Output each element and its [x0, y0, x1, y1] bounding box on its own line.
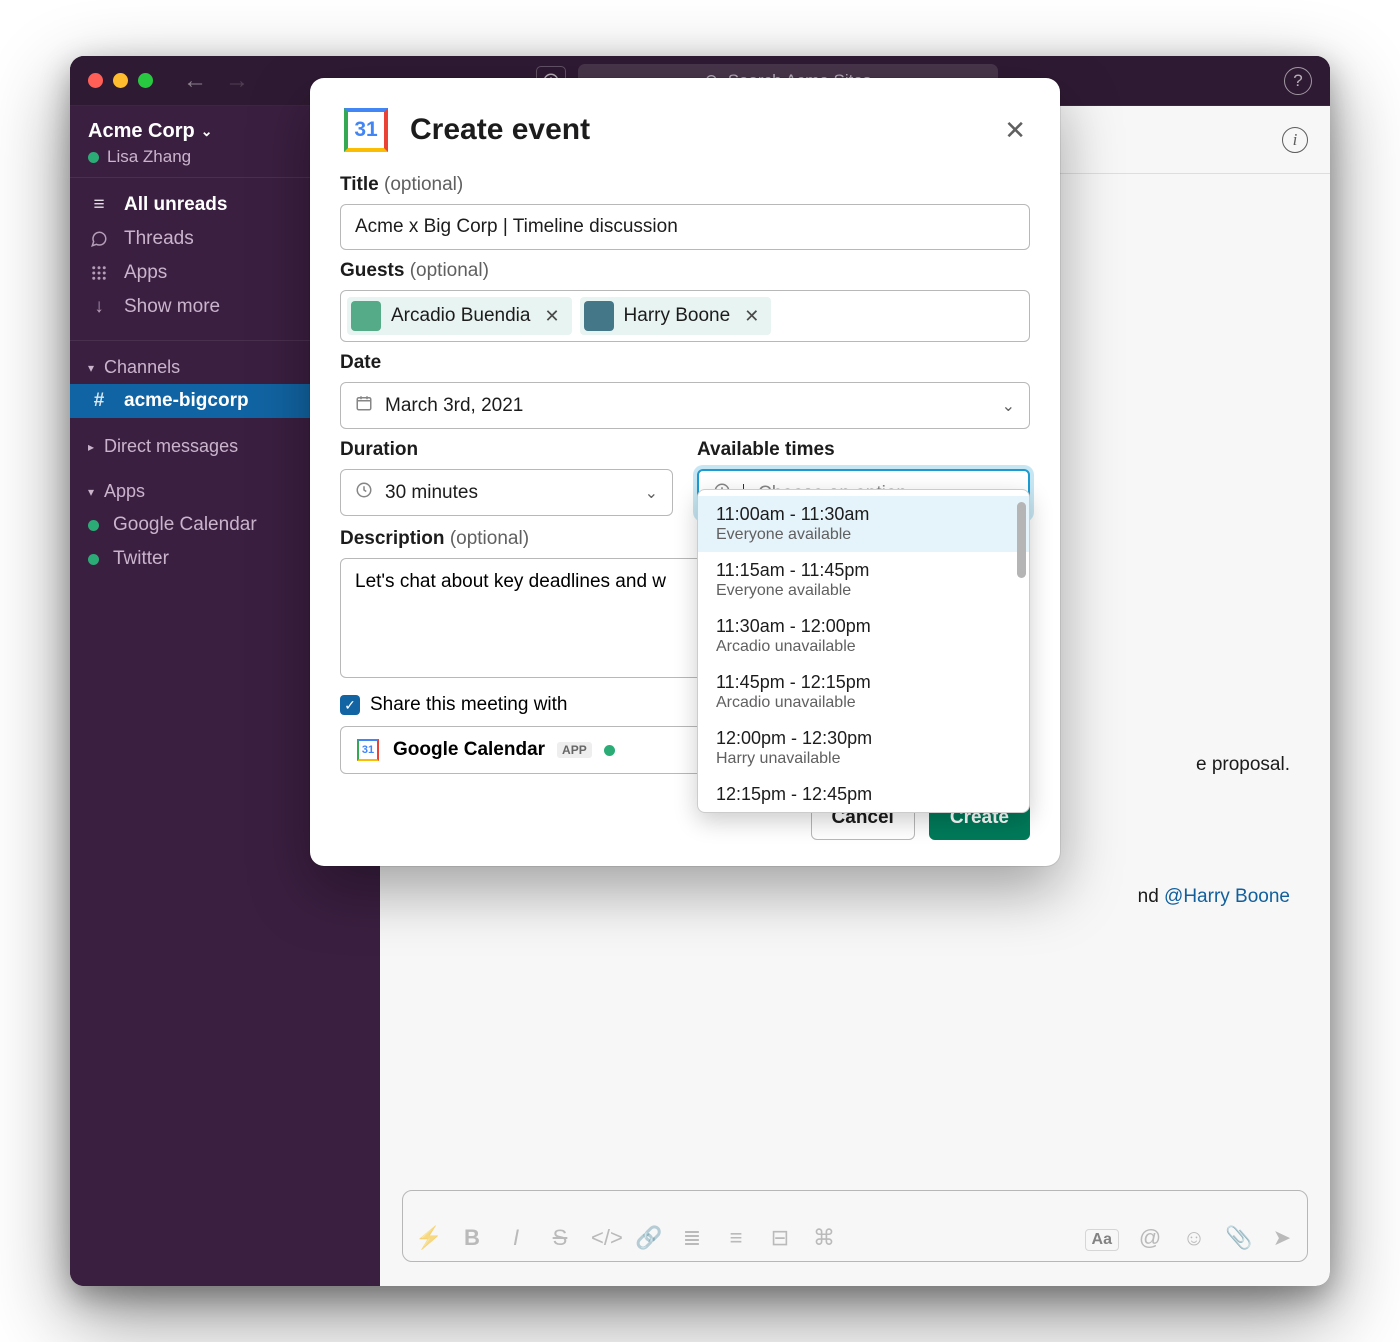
time-option[interactable]: 11:15am - 11:45pm Everyone available — [698, 552, 1029, 608]
date-select[interactable]: March 3rd, 2021 ⌄ — [340, 382, 1030, 429]
guest-name: Harry Boone — [624, 305, 731, 327]
time-option[interactable]: 11:45pm - 12:15pm Arcadio unavailable — [698, 664, 1029, 720]
optional-hint: (optional) — [410, 260, 489, 281]
title-label: Title — [340, 174, 379, 195]
chevron-down-icon: ⌄ — [1002, 396, 1015, 416]
time-range: 12:15pm - 12:45pm — [716, 784, 1011, 805]
presence-dot-icon — [88, 520, 99, 531]
caret-down-icon: ▾ — [88, 361, 94, 375]
threads-icon — [88, 230, 110, 248]
clock-icon — [355, 481, 373, 504]
time-availability: Everyone available — [716, 526, 1011, 544]
time-availability: Arcadio unavailable — [716, 638, 1011, 656]
list-icon: ≡ — [88, 194, 110, 216]
optional-hint: (optional) — [450, 528, 529, 549]
guest-chip: Harry Boone ✕ — [580, 297, 772, 335]
close-window-icon[interactable] — [88, 73, 103, 88]
presence-dot-icon — [88, 554, 99, 565]
app-name: Google Calendar — [113, 514, 257, 536]
time-range: 11:15am - 11:45pm — [716, 560, 1011, 581]
share-label: Share this meeting with — [370, 694, 568, 716]
back-arrow-icon[interactable]: ← — [183, 67, 207, 95]
calendar-icon — [355, 394, 373, 417]
presence-dot-icon — [88, 152, 99, 163]
time-range: 11:00am - 11:30am — [716, 504, 1011, 525]
sidebar-section-label: Channels — [104, 357, 180, 378]
sidebar-item-label: Show more — [124, 296, 220, 318]
help-icon[interactable]: ? — [1284, 67, 1312, 95]
channel-name: acme-bigcorp — [124, 390, 249, 412]
title-value: Acme x Big Corp | Timeline discussion — [355, 216, 678, 238]
time-option[interactable]: 11:00am - 11:30am Everyone available — [698, 496, 1029, 552]
remove-guest-icon[interactable]: ✕ — [540, 306, 563, 327]
duration-value: 30 minutes — [385, 482, 478, 504]
time-availability: Everyone available — [716, 582, 1011, 600]
time-range: 11:45pm - 12:15pm — [716, 672, 1011, 693]
avatar — [351, 301, 381, 331]
window-controls — [88, 73, 153, 88]
nav-arrows: ← → — [183, 67, 249, 95]
chevron-down-icon: ⌄ — [201, 123, 213, 140]
close-icon[interactable]: ✕ — [1000, 111, 1030, 150]
forward-arrow-icon[interactable]: → — [225, 67, 249, 95]
duration-select[interactable]: 30 minutes ⌄ — [340, 469, 673, 516]
sidebar-item-label: All unreads — [124, 194, 227, 216]
duration-label: Duration — [340, 439, 418, 460]
scrollbar[interactable] — [1017, 502, 1026, 578]
minimize-window-icon[interactable] — [113, 73, 128, 88]
guest-chip: Arcadio Buendia ✕ — [347, 297, 572, 335]
time-range: 11:30am - 12:00pm — [716, 616, 1011, 637]
google-calendar-icon: 31 — [355, 737, 381, 763]
presence-dot-icon — [604, 745, 615, 756]
description-value: Let's chat about key deadlines and w — [355, 571, 666, 592]
date-value: March 3rd, 2021 — [385, 395, 523, 417]
arrow-down-icon: ↓ — [88, 296, 110, 318]
chevron-down-icon: ⌄ — [645, 483, 658, 503]
time-availability: Arcadio unavailable — [716, 694, 1011, 712]
sidebar-item-label: Apps — [124, 262, 167, 284]
caret-right-icon: ▸ — [88, 440, 94, 454]
app-badge: APP — [557, 742, 592, 758]
time-range: 12:00pm - 12:30pm — [716, 728, 1011, 749]
sidebar-section-label: Apps — [104, 481, 145, 502]
user-name: Lisa Zhang — [107, 147, 191, 167]
sidebar-item-label: Threads — [124, 228, 194, 250]
date-label: Date — [340, 352, 381, 373]
remove-guest-icon[interactable]: ✕ — [740, 306, 763, 327]
hash-icon: # — [88, 390, 110, 412]
available-times-label: Available times — [697, 439, 835, 460]
guest-name: Arcadio Buendia — [391, 305, 530, 327]
time-option[interactable]: 12:00pm - 12:30pm Harry unavailable — [698, 720, 1029, 776]
google-calendar-icon: 31 — [340, 104, 392, 156]
available-times-dropdown: 11:00am - 11:30am Everyone available 11:… — [697, 489, 1030, 813]
workspace-name: Acme Corp — [88, 120, 195, 143]
app-window: ← → Search Acme Sites ? Acme Corp ⌄ — [70, 56, 1330, 1286]
time-option[interactable]: 11:30am - 12:00pm Arcadio unavailable — [698, 608, 1029, 664]
modal-title: Create event — [410, 113, 590, 147]
app-name: Twitter — [113, 548, 169, 570]
share-checkbox[interactable]: ✓ — [340, 695, 360, 715]
title-input[interactable]: Acme x Big Corp | Timeline discussion — [340, 204, 1030, 250]
description-label: Description — [340, 528, 445, 549]
guests-label: Guests — [340, 260, 404, 281]
sidebar-section-label: Direct messages — [104, 436, 238, 457]
caret-down-icon: ▾ — [88, 485, 94, 499]
grid-icon — [88, 264, 110, 282]
avatar — [584, 301, 614, 331]
maximize-window-icon[interactable] — [138, 73, 153, 88]
time-option[interactable]: 12:15pm - 12:45pm — [698, 776, 1029, 808]
time-availability: Harry unavailable — [716, 750, 1011, 768]
share-target-name: Google Calendar — [393, 739, 545, 761]
optional-hint: (optional) — [384, 174, 463, 195]
guests-input[interactable]: Arcadio Buendia ✕ Harry Boone ✕ — [340, 290, 1030, 342]
create-event-modal: 31 Create event ✕ Title (optional) Acme … — [310, 78, 1060, 866]
